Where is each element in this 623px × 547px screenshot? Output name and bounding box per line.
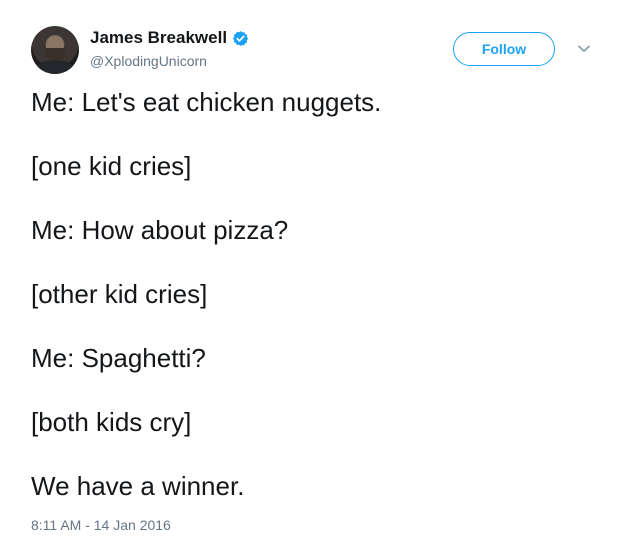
author-display-name[interactable]: James Breakwell [90, 28, 227, 48]
avatar-shoulders [35, 60, 75, 74]
author-name-row: James Breakwell [90, 28, 249, 48]
more-options-button[interactable] [576, 42, 592, 56]
tweet-line: [other kid cries] [31, 279, 208, 309]
verified-badge-icon [232, 30, 249, 47]
tweet-line: [one kid cries] [31, 151, 192, 181]
tweet-timestamp[interactable]: 8:11 AM - 14 Jan 2016 [31, 516, 171, 534]
follow-button[interactable]: Follow [453, 32, 555, 66]
avatar[interactable] [31, 26, 79, 74]
tweet-line: Me: Let's eat chicken nuggets. [31, 87, 382, 117]
author-handle[interactable]: @XplodingUnicorn [90, 52, 207, 70]
tweet-card: James Breakwell @XplodingUnicorn Follow … [0, 0, 623, 547]
tweet-line: Me: How about pizza? [31, 215, 289, 245]
avatar-beard [45, 48, 65, 60]
tweet-line: Me: Spaghetti? [31, 343, 206, 373]
tweet-line: [both kids cry] [31, 407, 192, 437]
tweet-text: Me: Let's eat chicken nuggets. [one kid … [31, 86, 601, 534]
tweet-line: We have a winner. [31, 471, 245, 501]
chevron-down-icon [578, 45, 590, 52]
